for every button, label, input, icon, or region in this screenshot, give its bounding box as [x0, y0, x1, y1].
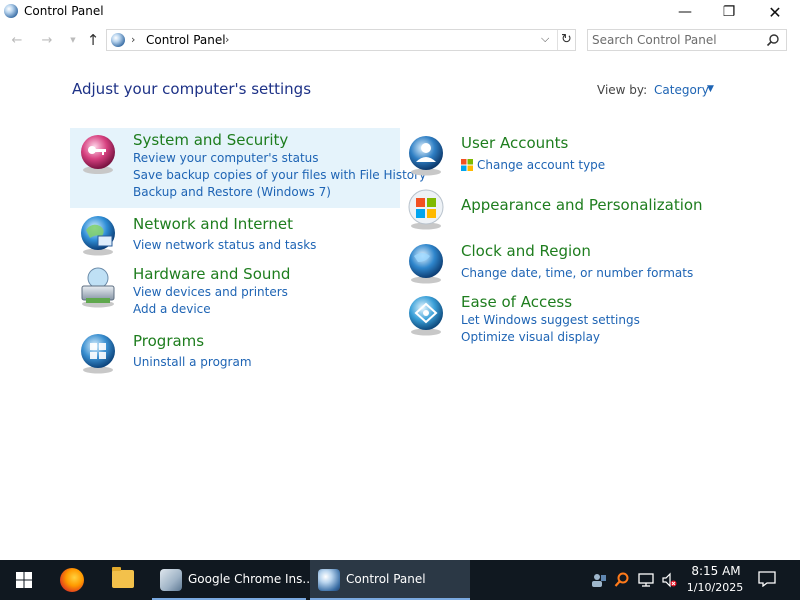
taskbar-item-control-panel[interactable]: Control Panel [310, 560, 470, 600]
view-by-label: View by: [597, 83, 648, 97]
chevron-down-icon[interactable]: ▼ [707, 84, 714, 94]
link-review-computer-status[interactable]: Review your computer's status [133, 151, 319, 165]
category-title[interactable]: System and Security [133, 131, 288, 149]
clock-time[interactable]: 8:15 AM [688, 564, 744, 578]
breadcrumb-separator[interactable]: › [131, 33, 135, 46]
network-icon[interactable] [638, 572, 654, 588]
page-heading: Adjust your computer's settings [72, 80, 312, 98]
user-icon [409, 136, 443, 176]
ease-of-access-icon [409, 296, 443, 336]
link-file-history[interactable]: Save backup copies of your files with Fi… [133, 168, 426, 182]
recent-locations-button[interactable]: ▼ [64, 30, 82, 50]
up-button[interactable]: ↑ [84, 30, 102, 50]
link-network-status[interactable]: View network status and tasks [133, 238, 316, 252]
address-bar[interactable]: › Control Panel › ⌵ ↻ [106, 29, 576, 51]
view-by-dropdown[interactable]: Category [654, 83, 709, 97]
category-title[interactable]: Appearance and Personalization [461, 196, 703, 214]
close-button[interactable]: ✕ [752, 0, 798, 24]
firefox-icon[interactable] [60, 568, 84, 592]
programs-icon [81, 334, 115, 374]
link-date-time-formats[interactable]: Change date, time, or number formats [461, 266, 693, 280]
maximize-button[interactable]: ❐ [706, 0, 752, 24]
category-title[interactable]: User Accounts [461, 134, 568, 152]
category-ease-of-access[interactable]: Ease of Access Let Windows suggest setti… [400, 290, 730, 348]
people-icon[interactable] [591, 572, 607, 588]
shield-key-icon [81, 135, 115, 174]
breadcrumb-separator[interactable]: › [225, 33, 229, 46]
file-explorer-icon[interactable] [112, 567, 134, 588]
window-title: Control Panel [24, 4, 104, 18]
refresh-button[interactable]: ↻ [557, 30, 575, 50]
minimize-button[interactable]: — [662, 0, 708, 24]
navigation-bar: ← → ▼ ↑ › Control Panel › ⌵ ↻ [0, 28, 800, 52]
link-change-account-type[interactable]: Change account type [477, 158, 605, 172]
category-programs[interactable]: Programs Uninstall a program [70, 330, 400, 376]
printer-speaker-icon [81, 267, 115, 308]
category-clock-and-region[interactable]: Clock and Region Change date, time, or n… [400, 238, 730, 290]
clock-globe-icon [409, 244, 443, 284]
globe-network-icon [81, 216, 115, 256]
taskbar: Google Chrome Ins... Control Panel 8:15 … [0, 560, 800, 600]
volume-muted-icon[interactable] [661, 572, 677, 588]
taskbar-item-label: Google Chrome Ins... [188, 572, 314, 586]
control-panel-icon [4, 4, 18, 18]
appearance-icon [408, 189, 444, 230]
category-hardware-and-sound[interactable]: Hardware and Sound View devices and prin… [70, 262, 400, 322]
category-title[interactable]: Programs [133, 332, 204, 350]
installer-icon [160, 569, 182, 591]
link-backup-and-restore[interactable]: Backup and Restore (Windows 7) [133, 185, 331, 199]
category-system-and-security[interactable]: System and Security Review your computer… [70, 128, 426, 208]
address-dropdown-button[interactable]: ⌵ [541, 32, 549, 46]
title-bar: Control Panel — ❐ ✕ [0, 0, 800, 24]
taskbar-item-label: Control Panel [346, 572, 426, 586]
clock-date[interactable]: 1/10/2025 [684, 581, 746, 594]
taskbar-item-chrome-installer[interactable]: Google Chrome Ins... [152, 560, 314, 600]
category-user-accounts[interactable]: User Accounts Change account type [400, 130, 730, 180]
link-add-device[interactable]: Add a device [133, 302, 211, 316]
category-title[interactable]: Hardware and Sound [133, 265, 290, 283]
category-network-and-internet[interactable]: Network and Internet View network status… [70, 212, 400, 260]
search-input[interactable] [592, 32, 762, 48]
search-icon[interactable] [766, 33, 780, 47]
back-button[interactable]: ← [8, 30, 26, 50]
category-title[interactable]: Ease of Access [461, 293, 572, 311]
start-button[interactable] [0, 560, 48, 600]
link-windows-suggest-settings[interactable]: Let Windows suggest settings [461, 313, 640, 327]
category-appearance-and-personalization[interactable]: Appearance and Personalization [400, 184, 730, 232]
breadcrumb-control-panel[interactable]: Control Panel [146, 33, 226, 47]
windows-logo-icon [16, 572, 32, 588]
link-optimize-visual-display[interactable]: Optimize visual display [461, 330, 600, 344]
link-devices-and-printers[interactable]: View devices and printers [133, 285, 288, 299]
control-panel-icon [111, 33, 125, 47]
forward-button[interactable]: → [38, 30, 56, 50]
notifications-icon[interactable] [758, 571, 776, 587]
category-title[interactable]: Clock and Region [461, 242, 591, 260]
windows-shield-icon [461, 159, 473, 171]
category-title[interactable]: Network and Internet [133, 215, 293, 233]
search-box[interactable] [587, 29, 787, 51]
control-panel-icon [318, 569, 340, 591]
search-tray-icon[interactable] [614, 572, 630, 588]
link-uninstall-program[interactable]: Uninstall a program [133, 355, 252, 369]
